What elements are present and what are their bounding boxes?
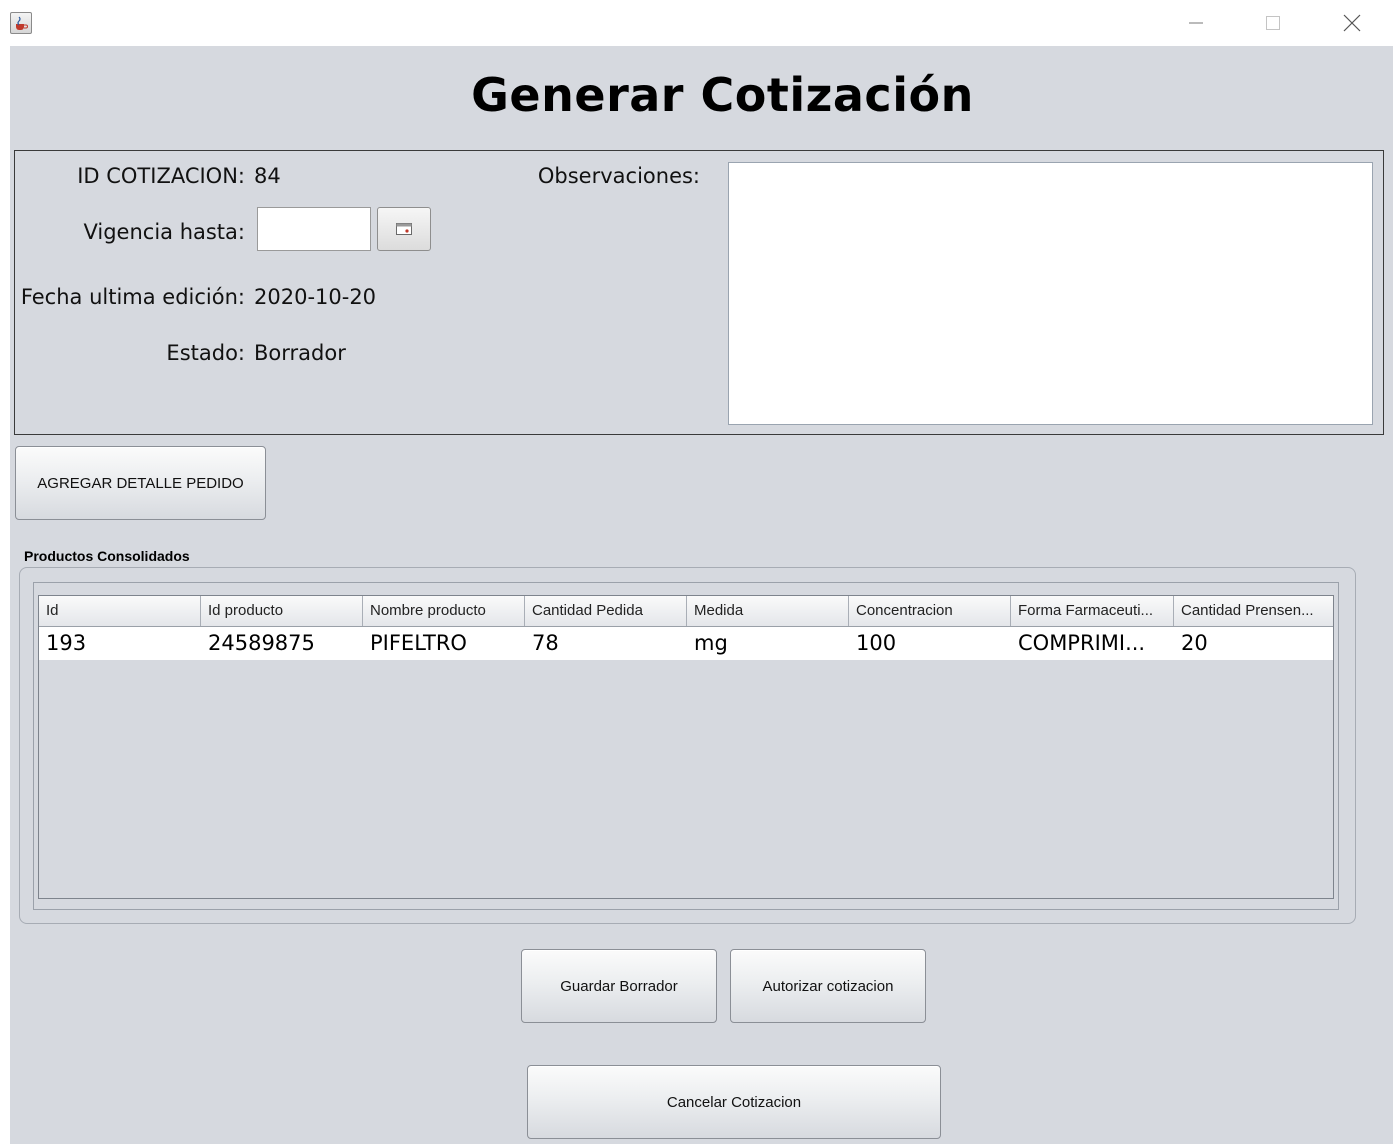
column-header-medida[interactable]: Medida [687,596,849,626]
autorizar-cotizacion-button[interactable]: Autorizar cotizacion [730,949,926,1023]
main-content: Generar Cotización ID COTIZACION: 84 Vig… [10,46,1393,1144]
observaciones-label: Observaciones: [537,164,700,188]
table-cell[interactable]: 78 [525,627,687,660]
estado-value: Borrador [254,341,346,365]
id-cotizacion-value: 84 [254,164,281,188]
fecha-edicion-label: Fecha ultima edición: [20,285,245,309]
column-header-cantidad-pedida[interactable]: Cantidad Pedida [525,596,687,626]
agregar-detalle-pedido-button[interactable]: AGREGAR DETALLE PEDIDO [15,446,266,520]
guardar-borrador-button[interactable]: Guardar Borrador [521,949,717,1023]
vigencia-date-input[interactable] [257,207,371,251]
table-scroll-pane[interactable]: Id Id producto Nombre producto Cantidad … [33,582,1339,910]
column-header-id[interactable]: Id [39,596,201,626]
table-row[interactable]: 193 24589875 PIFELTRO 78 mg 100 COMPRIMI… [39,627,1333,660]
column-header-cantidad-presentacion[interactable]: Cantidad Prensen... [1174,596,1333,626]
fecha-edicion-value: 2020-10-20 [254,285,377,309]
observaciones-textarea[interactable] [728,162,1373,425]
table-cell[interactable]: 193 [39,627,201,660]
minimize-icon [1189,22,1203,24]
products-table: Id Id producto Nombre producto Cantidad … [38,595,1334,899]
productos-consolidados-title: Productos Consolidados [24,548,190,564]
java-cup-icon[interactable] [10,12,32,34]
column-header-id-producto[interactable]: Id producto [201,596,363,626]
calendar-icon [396,223,412,235]
id-cotizacion-label: ID COTIZACION: [77,164,245,188]
quote-info-panel: ID COTIZACION: 84 Vigencia hasta: Fecha … [14,150,1384,435]
cancelar-cotizacion-button[interactable]: Cancelar Cotizacion [527,1065,941,1139]
close-icon [1343,14,1361,32]
column-header-forma-farmaceutica[interactable]: Forma Farmaceuti... [1011,596,1174,626]
productos-consolidados-group: Id Id producto Nombre producto Cantidad … [19,567,1356,924]
maximize-icon [1266,16,1280,30]
minimize-button[interactable] [1173,8,1219,38]
window-titlebar [0,0,1393,46]
table-cell[interactable]: 20 [1174,627,1333,660]
table-header: Id Id producto Nombre producto Cantidad … [39,596,1333,627]
table-cell[interactable]: 24589875 [201,627,363,660]
column-header-concentracion[interactable]: Concentracion [849,596,1011,626]
column-header-nombre-producto[interactable]: Nombre producto [363,596,525,626]
close-button[interactable] [1329,8,1375,38]
calendar-picker-button[interactable] [377,207,431,251]
page-title: Generar Cotización [471,68,974,122]
estado-label: Estado: [166,341,245,365]
maximize-button[interactable] [1250,8,1296,38]
table-cell[interactable]: mg [687,627,849,660]
table-cell[interactable]: PIFELTRO [363,627,525,660]
table-cell[interactable]: COMPRIMI... [1011,627,1174,660]
vigencia-label: Vigencia hasta: [83,220,245,244]
table-cell[interactable]: 100 [849,627,1011,660]
